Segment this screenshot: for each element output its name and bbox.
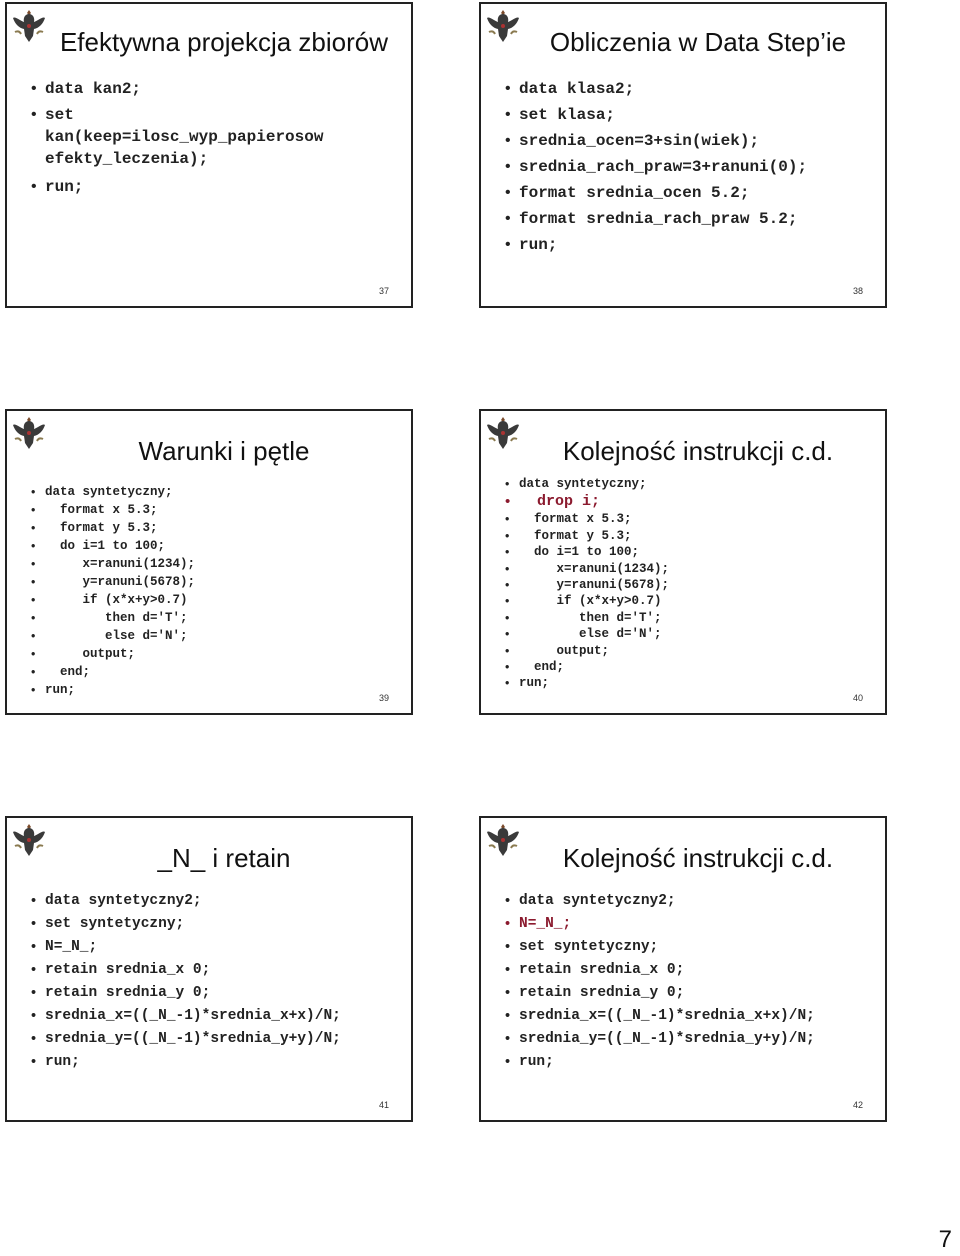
slide-number: 38 bbox=[852, 286, 863, 296]
code-list: data klasa2; set klasa; srednia_ocen=3+s… bbox=[505, 76, 875, 258]
code-list: data syntetyczny2; set syntetyczny; N=_N… bbox=[31, 890, 401, 1074]
code-line: do i=1 to 100; bbox=[31, 537, 401, 555]
code-line-highlighted: N=_N_; bbox=[505, 913, 875, 936]
code-line: then d='T'; bbox=[31, 609, 401, 627]
code-line: run; bbox=[505, 232, 875, 258]
slide-41: _N_ i retain data syntetyczny2; set synt… bbox=[5, 816, 413, 1122]
slide-number: 39 bbox=[378, 693, 389, 703]
code-list: data syntetyczny; drop i; format x 5.3; … bbox=[505, 476, 875, 692]
code-line: format srednia_ocen 5.2; bbox=[505, 180, 875, 206]
code-line: srednia_ocen=3+sin(wiek); bbox=[505, 128, 875, 154]
eagle-emblem-icon bbox=[13, 10, 45, 42]
code-line: x=ranuni(1234); bbox=[31, 555, 401, 573]
slide-40: Kolejność instrukcji c.d. data syntetycz… bbox=[479, 409, 887, 715]
code-line: srednia_x=((_N_-1)*srednia_x+x)/N; bbox=[505, 1005, 875, 1028]
code-line: x=ranuni(1234); bbox=[505, 561, 875, 578]
code-line: end; bbox=[505, 659, 875, 676]
code-line: run; bbox=[505, 675, 875, 692]
slide-number: 40 bbox=[852, 693, 863, 703]
code-line: output; bbox=[505, 643, 875, 660]
code-line-highlighted: drop i; bbox=[505, 492, 875, 511]
slide-number: 37 bbox=[378, 286, 389, 296]
eagle-emblem-icon bbox=[13, 417, 45, 449]
code-line: data kan2; bbox=[31, 76, 401, 102]
eagle-emblem-icon bbox=[13, 824, 45, 856]
slide-title: Efektywna projekcja zbiorów bbox=[59, 27, 389, 57]
code-line: run; bbox=[31, 681, 401, 699]
code-line: retain srednia_y 0; bbox=[31, 982, 401, 1005]
code-line: set syntetyczny; bbox=[505, 936, 875, 959]
slide-title: _N_ i retain bbox=[157, 843, 291, 873]
code-line: retain srednia_y 0; bbox=[505, 982, 875, 1005]
code-line: then d='T'; bbox=[505, 610, 875, 627]
code-list: data syntetyczny; format x 5.3; format y… bbox=[31, 483, 401, 699]
eagle-emblem-icon bbox=[487, 824, 519, 856]
code-line: retain srednia_x 0; bbox=[505, 959, 875, 982]
code-line: y=ranuni(5678); bbox=[505, 577, 875, 594]
slide-number: 41 bbox=[378, 1100, 389, 1110]
code-line: run; bbox=[505, 1051, 875, 1074]
code-line: srednia_y=((_N_-1)*srednia_y+y)/N; bbox=[31, 1028, 401, 1051]
code-line: else d='N'; bbox=[505, 626, 875, 643]
code-line: retain srednia_x 0; bbox=[31, 959, 401, 982]
code-line: format srednia_rach_praw 5.2; bbox=[505, 206, 875, 232]
code-line: do i=1 to 100; bbox=[505, 544, 875, 561]
code-line: format x 5.3; bbox=[505, 511, 875, 528]
code-line: set klasa; bbox=[505, 102, 875, 128]
code-line: if (x*x+y>0.7) bbox=[505, 593, 875, 610]
code-line: data syntetyczny; bbox=[505, 476, 875, 493]
slide-39: Warunki i pętle data syntetyczny; format… bbox=[5, 409, 413, 715]
code-line: srednia_y=((_N_-1)*srednia_y+y)/N; bbox=[505, 1028, 875, 1051]
eagle-emblem-icon bbox=[487, 10, 519, 42]
code-line: else d='N'; bbox=[31, 627, 401, 645]
code-line: data syntetyczny; bbox=[31, 483, 401, 501]
code-line: data syntetyczny2; bbox=[31, 890, 401, 913]
code-line: data klasa2; bbox=[505, 76, 875, 102]
slide-title: Kolejność instrukcji c.d. bbox=[562, 436, 834, 466]
code-line: set kan(keep=ilosc_wyp_papierosow efekty… bbox=[31, 104, 401, 170]
code-line: if (x*x+y>0.7) bbox=[31, 591, 401, 609]
slide-title: Warunki i pętle bbox=[138, 436, 310, 466]
code-line: output; bbox=[31, 645, 401, 663]
slide-title: Obliczenia w Data Step’ie bbox=[549, 27, 847, 57]
code-line: set syntetyczny; bbox=[31, 913, 401, 936]
page-number: 7 bbox=[938, 1226, 952, 1253]
code-line: srednia_x=((_N_-1)*srednia_x+x)/N; bbox=[31, 1005, 401, 1028]
code-line: run; bbox=[31, 1051, 401, 1074]
code-line: y=ranuni(5678); bbox=[31, 573, 401, 591]
code-line: N=_N_; bbox=[31, 936, 401, 959]
code-line: srednia_rach_praw=3+ranuni(0); bbox=[505, 154, 875, 180]
slide-number: 42 bbox=[852, 1100, 863, 1110]
code-list: data kan2; set kan(keep=ilosc_wyp_papier… bbox=[31, 76, 401, 200]
code-line: format y 5.3; bbox=[505, 528, 875, 545]
slide-37: Efektywna projekcja zbiorów data kan2; s… bbox=[5, 2, 413, 308]
code-line: run; bbox=[31, 174, 401, 200]
code-line: end; bbox=[31, 663, 401, 681]
code-line: format y 5.3; bbox=[31, 519, 401, 537]
code-list: data syntetyczny2; N=_N_; set syntetyczn… bbox=[505, 890, 875, 1074]
code-line: format x 5.3; bbox=[31, 501, 401, 519]
slide-42: Kolejność instrukcji c.d. data syntetycz… bbox=[479, 816, 887, 1122]
slide-38: Obliczenia w Data Step’ie data klasa2; s… bbox=[479, 2, 887, 308]
code-line: data syntetyczny2; bbox=[505, 890, 875, 913]
eagle-emblem-icon bbox=[487, 417, 519, 449]
slide-title: Kolejność instrukcji c.d. bbox=[562, 843, 834, 873]
